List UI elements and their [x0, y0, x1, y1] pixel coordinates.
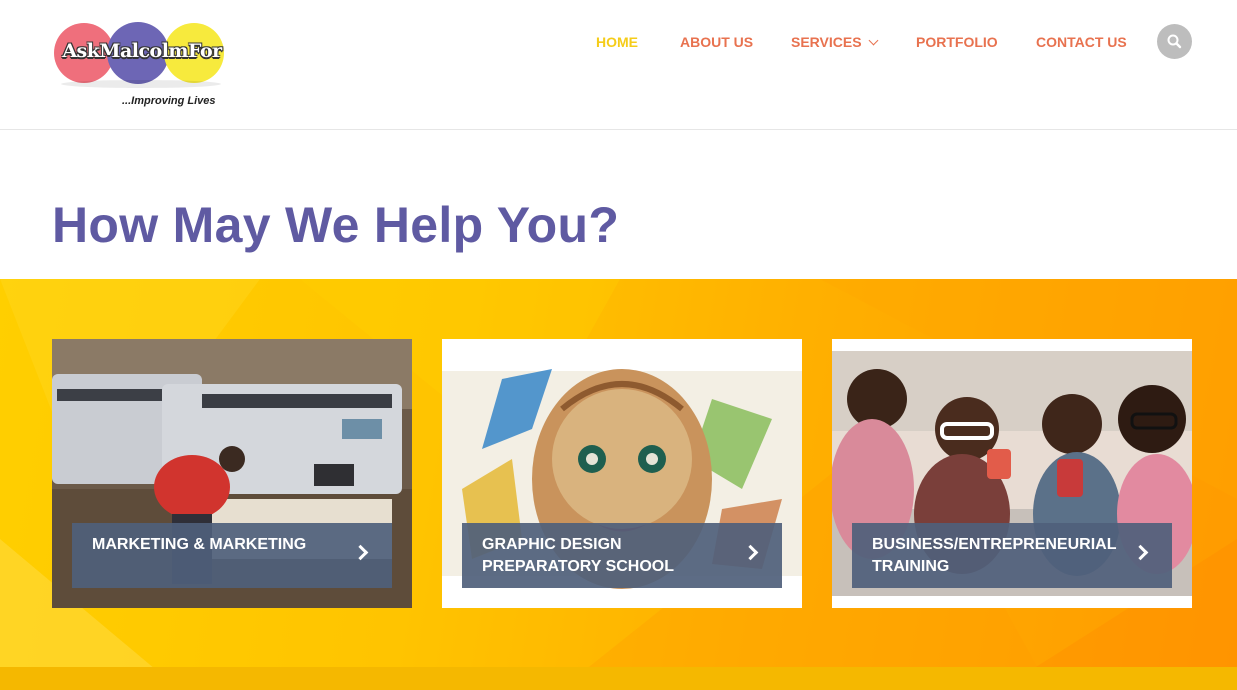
search-button[interactable]	[1157, 24, 1192, 59]
chevron-right-icon	[742, 544, 759, 561]
band-footer-strip	[0, 667, 1237, 690]
card-caption[interactable]: GRAPHIC DESIGN PREPARATORY SCHOOL	[462, 523, 782, 588]
nav-services[interactable]: SERVICES	[791, 34, 878, 50]
nav-portfolio[interactable]: PORTFOLIO	[916, 34, 998, 50]
card-title: BUSINESS/ENTREPRENEURIAL TRAINING	[872, 536, 1117, 575]
card-caption[interactable]: BUSINESS/ENTREPRENEURIAL TRAINING	[852, 523, 1172, 588]
chevron-right-icon	[1132, 544, 1149, 561]
service-card-marketing[interactable]: MARKETING & MARKETING	[52, 339, 412, 608]
card-title: MARKETING & MARKETING	[92, 536, 307, 553]
search-icon	[1167, 34, 1182, 49]
page-title: How May We Help You?	[52, 197, 620, 253]
site-logo[interactable]: AskMalcolmFor ...Improving Lives	[54, 18, 229, 113]
service-card-business-training[interactable]: BUSINESS/ENTREPRENEURIAL TRAINING	[832, 339, 1192, 608]
service-card-graphic-design[interactable]: GRAPHIC DESIGN PREPARATORY SCHOOL	[442, 339, 802, 608]
chevron-down-icon	[868, 35, 878, 46]
site-header: AskMalcolmFor ...Improving Lives HOME AB…	[0, 0, 1237, 130]
card-caption[interactable]: MARKETING & MARKETING	[72, 523, 392, 588]
logo-tagline: ...Improving Lives	[122, 95, 216, 107]
main-nav: HOME ABOUT US SERVICES PORTFOLIO CONTACT…	[0, 34, 1237, 54]
chevron-right-icon	[352, 544, 369, 561]
nav-services-label: SERVICES	[791, 34, 862, 50]
card-title: GRAPHIC DESIGN PREPARATORY SCHOOL	[482, 536, 675, 575]
nav-home[interactable]: HOME	[596, 34, 638, 50]
nav-contact-us[interactable]: CONTACT US	[1036, 34, 1127, 50]
nav-about-us[interactable]: ABOUT US	[680, 34, 753, 50]
